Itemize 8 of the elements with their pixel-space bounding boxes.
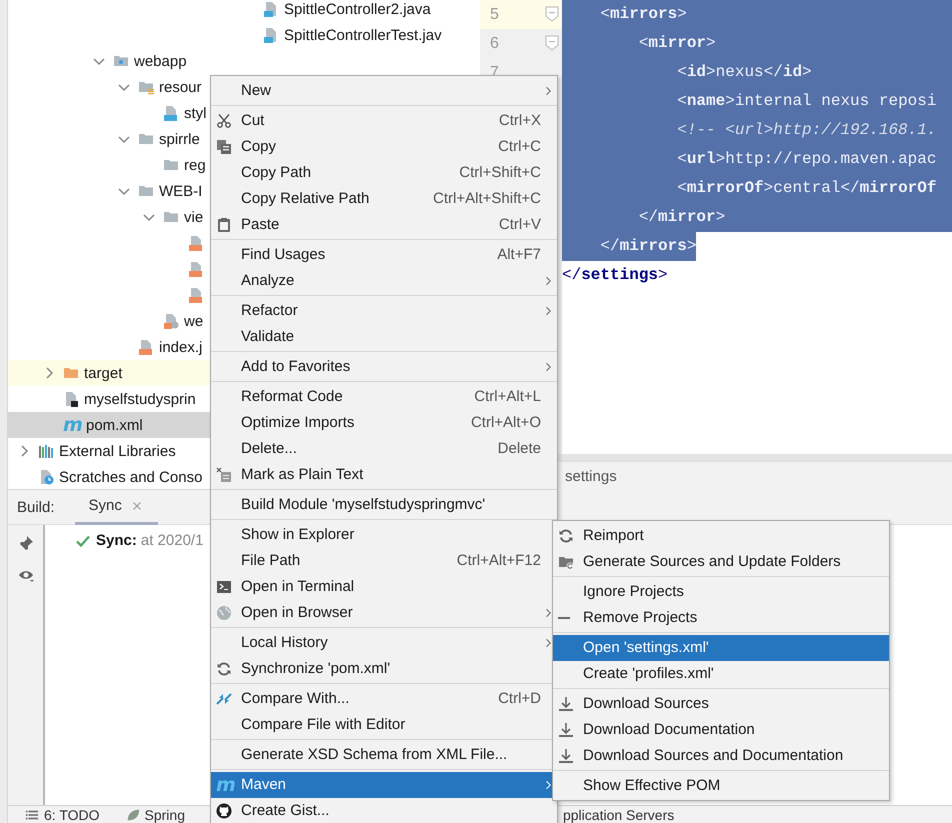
line-number: 6 [490, 34, 499, 52]
m-glyph-icon: m [216, 776, 234, 792]
message-title: Sync: [96, 532, 137, 549]
line-number: 5 [490, 6, 499, 24]
m-glyph-icon: m [63, 417, 81, 433]
panel-title: Build: [17, 498, 55, 516]
message-time: at 2020/1 [140, 532, 204, 549]
code-line: </settings> [562, 265, 668, 286]
